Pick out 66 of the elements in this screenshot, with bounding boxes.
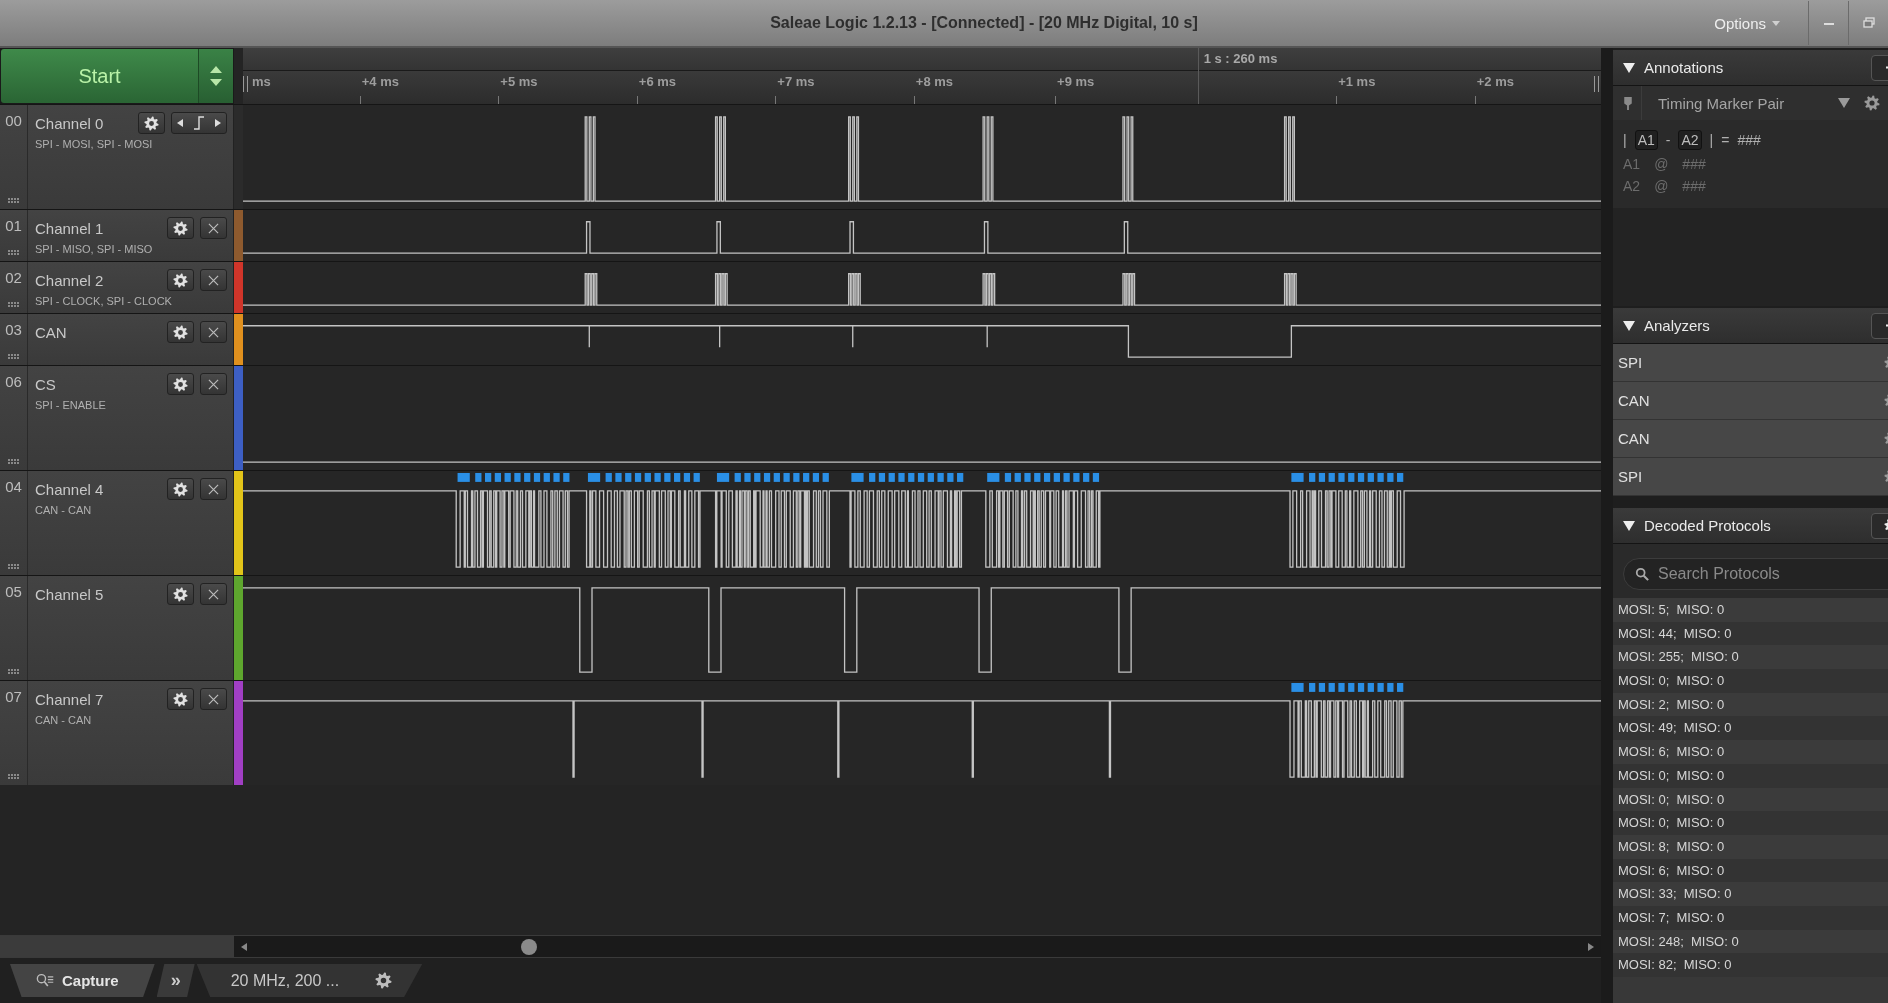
analyzer-list: SPI - MISO, SPI - MISO	[35, 243, 227, 255]
channel-number: 02	[5, 269, 22, 286]
tick-label: +4 ms	[361, 74, 399, 89]
at-symbol: @	[1654, 156, 1669, 172]
decoded-row[interactable]: MOSI: 0; MISO: 0	[1613, 763, 1888, 788]
capture-settings-tab[interactable]: 20 MHz, 200 ...	[196, 964, 423, 997]
channel-name[interactable]: Channel 4	[35, 480, 161, 498]
channel-number: 05	[5, 583, 22, 600]
channel-name[interactable]: CS	[35, 375, 161, 393]
formula-symbol: =	[1721, 132, 1730, 148]
tick-label: +9 ms	[1057, 74, 1095, 89]
decoded-row[interactable]: MOSI: 6; MISO: 0	[1613, 858, 1888, 883]
channel-name[interactable]: Channel 2	[35, 271, 161, 289]
formula-symbol: |	[1623, 132, 1627, 148]
decoded-row[interactable]: MOSI: 44; MISO: 0	[1613, 621, 1888, 646]
channel-number: 06	[5, 373, 22, 390]
section-header[interactable]: Decoded Protocols	[1613, 508, 1888, 544]
channel-number: 00	[5, 112, 22, 129]
channel-number: 03	[5, 321, 22, 338]
measurement-value: ###	[1737, 132, 1761, 148]
section-header[interactable]: Analyzers	[1613, 308, 1888, 344]
channel-name[interactable]: Channel 0	[35, 114, 132, 132]
analyzer-list: SPI - MOSI, SPI - MOSI	[35, 138, 227, 150]
tick-label: +6 ms	[638, 74, 677, 89]
time-marker-label: 1 s : 260 ms	[1203, 51, 1278, 66]
channel-number: 01	[5, 217, 22, 234]
capture-tab[interactable]: Capture	[10, 964, 155, 997]
analyzer-list: SPI - CLOCK, SPI - CLOCK	[35, 295, 227, 307]
analyzer-name[interactable]: SPI	[1618, 354, 1643, 371]
search-field[interactable]: Search Protocols	[1623, 558, 1888, 590]
tick-label: +7 ms	[777, 74, 815, 89]
channel-number: 04	[5, 478, 22, 495]
tick-label: +1 ms	[1338, 74, 1376, 89]
decoded-row[interactable]: MOSI: 0; MISO: 0	[1613, 669, 1888, 693]
decoded-row[interactable]: MOSI: 49; MISO: 0	[1613, 716, 1888, 741]
marker-badge[interactable]: A1	[1634, 130, 1658, 150]
marker-time: ###	[1682, 156, 1706, 172]
decoded-row[interactable]: MOSI: 7; MISO: 0	[1613, 905, 1888, 930]
analyzer-name[interactable]: CAN	[1618, 392, 1650, 409]
marker-label: A2	[1623, 178, 1641, 194]
decoded-row[interactable]: MOSI: 0; MISO: 0	[1613, 811, 1888, 835]
start-button[interactable]: Start	[1, 49, 198, 103]
analyzer-list: CAN - CAN	[35, 504, 227, 516]
marker-badge[interactable]: A2	[1678, 130, 1702, 150]
channel-number: 07	[5, 688, 22, 705]
tick-label: ms	[252, 74, 271, 89]
channel-name[interactable]: Channel 7	[35, 690, 161, 708]
analyzer-name[interactable]: CAN	[1618, 430, 1650, 447]
tick-label: +5 ms	[500, 74, 538, 89]
analyzer-list: SPI - ENABLE	[35, 399, 227, 411]
decoded-row[interactable]: MOSI: 82; MISO: 0	[1613, 953, 1888, 977]
formula-symbol: -	[1665, 132, 1671, 148]
tick-label: +2 ms	[1476, 74, 1514, 89]
more-tabs-button[interactable]: »	[156, 964, 195, 997]
channel-name[interactable]: CAN	[35, 323, 161, 341]
channel-name[interactable]: Channel 1	[35, 219, 161, 237]
at-symbol: @	[1654, 178, 1669, 194]
analyzer-list: CAN - CAN	[35, 714, 227, 726]
window-title: Saleae Logic 1.2.13 - [Connected] - [20 MHz Digital, 10 s]	[770, 14, 1198, 32]
tick-label: +8 ms	[915, 74, 954, 89]
marker-label: A1	[1623, 156, 1641, 172]
channel-name[interactable]: Channel 5	[35, 585, 161, 603]
formula-symbol: |	[1709, 132, 1714, 148]
marker-time: ###	[1682, 178, 1706, 194]
analyzer-name[interactable]: SPI	[1618, 468, 1643, 485]
section-header[interactable]: Annotations	[1613, 50, 1888, 86]
